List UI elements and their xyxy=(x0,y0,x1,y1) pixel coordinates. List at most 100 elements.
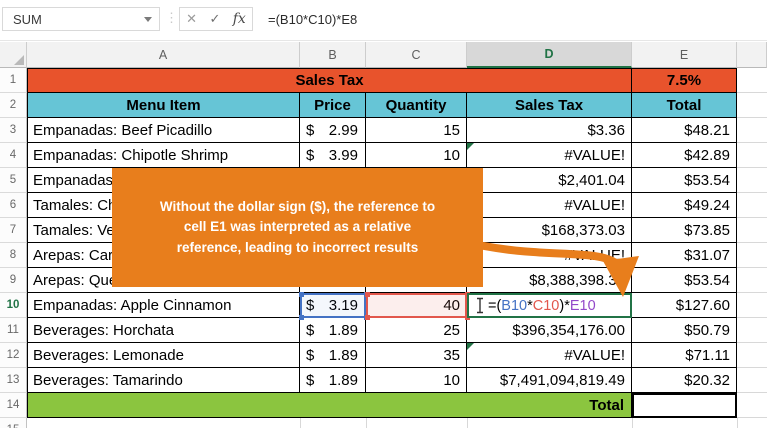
callout-line: reference, leading to incorrect results xyxy=(177,238,419,258)
row-header-1[interactable]: 1 xyxy=(0,68,27,93)
gridline xyxy=(737,418,738,428)
gridline xyxy=(737,417,767,418)
formula-token: =( xyxy=(488,298,501,314)
reference-box-B10[interactable] xyxy=(300,293,366,318)
cell-A12[interactable]: Beverages: Lemonade xyxy=(27,343,300,368)
cell-E8[interactable]: $31.07 xyxy=(632,243,737,268)
cell-A11[interactable]: Beverages: Horchata xyxy=(27,318,300,343)
gridline xyxy=(737,392,767,393)
row-header-12[interactable]: 12 xyxy=(0,343,27,368)
gridline xyxy=(737,142,767,143)
row-header-10[interactable]: 10 xyxy=(0,293,27,318)
cell-A2-header[interactable]: Menu Item xyxy=(27,93,300,118)
row-header-2[interactable]: 2 xyxy=(0,93,27,118)
cell-C4[interactable]: 10 xyxy=(366,143,467,168)
row-header-5[interactable]: 5 xyxy=(0,168,27,193)
row-header-13[interactable]: 13 xyxy=(0,368,27,393)
cell-D12[interactable]: #VALUE! xyxy=(467,343,632,368)
select-all-triangle-icon xyxy=(14,55,24,65)
excel-window: SUM ⋮ ✕ ✓ fx =(B10*C10)*E8 Without the d… xyxy=(0,0,767,428)
row-header-7[interactable]: 7 xyxy=(0,218,27,243)
amount: 1.89 xyxy=(329,372,358,389)
cell-E11[interactable]: $50.79 xyxy=(632,318,737,343)
row-header-8[interactable]: 8 xyxy=(0,243,27,268)
cell-C13[interactable]: 10 xyxy=(366,368,467,393)
column-header-e[interactable]: E xyxy=(632,42,737,68)
cell-C12[interactable]: 35 xyxy=(366,343,467,368)
error-indicator-icon xyxy=(467,143,474,150)
cell-E6[interactable]: $49.24 xyxy=(632,193,737,218)
gridline xyxy=(737,292,767,293)
cell-D6[interactable]: #VALUE! xyxy=(467,193,632,218)
column-header-partial[interactable] xyxy=(737,42,767,68)
cell-B11[interactable]: $1.89 xyxy=(300,318,366,343)
gridline xyxy=(737,192,767,193)
reference-box-C10[interactable] xyxy=(366,293,467,318)
cell-B4[interactable]: $3.99 xyxy=(300,143,366,168)
cell-C11[interactable]: 25 xyxy=(366,318,467,343)
amount: 2.99 xyxy=(329,122,358,139)
row-header-9[interactable]: 9 xyxy=(0,268,27,293)
gridline xyxy=(737,342,767,343)
cell-A1-sales-tax-title[interactable]: Sales Tax xyxy=(27,68,632,93)
selection-handle[interactable] xyxy=(365,292,370,297)
cell-E3[interactable]: $48.21 xyxy=(632,118,737,143)
row-header-4[interactable]: 4 xyxy=(0,143,27,168)
gridline xyxy=(737,242,767,243)
cell-D4[interactable]: #VALUE! xyxy=(467,143,632,168)
cell-E1-tax-rate[interactable]: 7.5% xyxy=(632,68,737,93)
column-header-b[interactable]: B xyxy=(300,42,366,68)
row-header-14[interactable]: 14 xyxy=(0,393,27,418)
cell-B12[interactable]: $1.89 xyxy=(300,343,366,368)
cell-D11[interactable]: $396,354,176.00 xyxy=(467,318,632,343)
cell-A3[interactable]: Empanadas: Beef Picadillo xyxy=(27,118,300,143)
cell-B3[interactable]: $2.99 xyxy=(300,118,366,143)
cell-E14-grand-total[interactable] xyxy=(632,393,737,418)
cell-D5[interactable]: $2,401.04 xyxy=(467,168,632,193)
callout-line: cell E1 was interpreted as a relative xyxy=(184,217,411,237)
gridline xyxy=(737,117,767,118)
gridline xyxy=(737,267,767,268)
column-header-a[interactable]: A xyxy=(27,42,300,68)
cell-editor-D10[interactable]: =(B10*C10)*E10 xyxy=(467,293,632,318)
cell-C2-header[interactable]: Quantity xyxy=(366,93,467,118)
cell-D7[interactable]: $168,373.03 xyxy=(467,218,632,243)
cell-A4[interactable]: Empanadas: Chipotle Shrimp xyxy=(27,143,300,168)
cell-E2-header[interactable]: Total xyxy=(632,93,737,118)
column-header-d[interactable]: D xyxy=(467,42,632,68)
callout: Without the dollar sign ($), the referen… xyxy=(112,168,483,287)
cell-D2-header[interactable]: Sales Tax xyxy=(467,93,632,118)
cell-A13[interactable]: Beverages: Tamarindo xyxy=(27,368,300,393)
cell-D8[interactable]: #VALUE! xyxy=(467,243,632,268)
cell-E10[interactable]: $127.60 xyxy=(632,293,737,318)
cell-D3[interactable]: $3.36 xyxy=(467,118,632,143)
cell-A14-total-label[interactable]: Total xyxy=(27,393,632,418)
cell-E12[interactable]: $71.11 xyxy=(632,343,737,368)
currency-symbol: $ xyxy=(306,322,314,339)
cell-E7[interactable]: $73.85 xyxy=(632,218,737,243)
cell-C3[interactable]: 15 xyxy=(366,118,467,143)
selection-handle[interactable] xyxy=(299,315,304,320)
amount: 1.89 xyxy=(329,347,358,364)
row-header-6[interactable]: 6 xyxy=(0,193,27,218)
cell-A10[interactable]: Empanadas: Apple Cinnamon xyxy=(27,293,300,318)
gridline xyxy=(737,92,767,93)
row-header-15[interactable]: 15 xyxy=(0,418,27,428)
formula-token: )* xyxy=(559,298,569,314)
column-header-c[interactable]: C xyxy=(366,42,467,68)
selection-handle[interactable] xyxy=(365,315,370,320)
cell-E9[interactable]: $53.54 xyxy=(632,268,737,293)
cell-B2-header[interactable]: Price xyxy=(300,93,366,118)
cell-D9[interactable]: $8,388,398.37 xyxy=(467,268,632,293)
cell-E4[interactable]: $42.89 xyxy=(632,143,737,168)
row-header-3[interactable]: 3 xyxy=(0,118,27,143)
cell-E5[interactable]: $53.54 xyxy=(632,168,737,193)
select-all-corner[interactable] xyxy=(0,42,27,68)
gridline xyxy=(737,217,767,218)
gridline xyxy=(737,317,767,318)
cell-E13[interactable]: $20.32 xyxy=(632,368,737,393)
row-header-11[interactable]: 11 xyxy=(0,318,27,343)
cell-D13[interactable]: $7,491,094,819.49 xyxy=(467,368,632,393)
cell-B13[interactable]: $1.89 xyxy=(300,368,366,393)
selection-handle[interactable] xyxy=(299,292,304,297)
